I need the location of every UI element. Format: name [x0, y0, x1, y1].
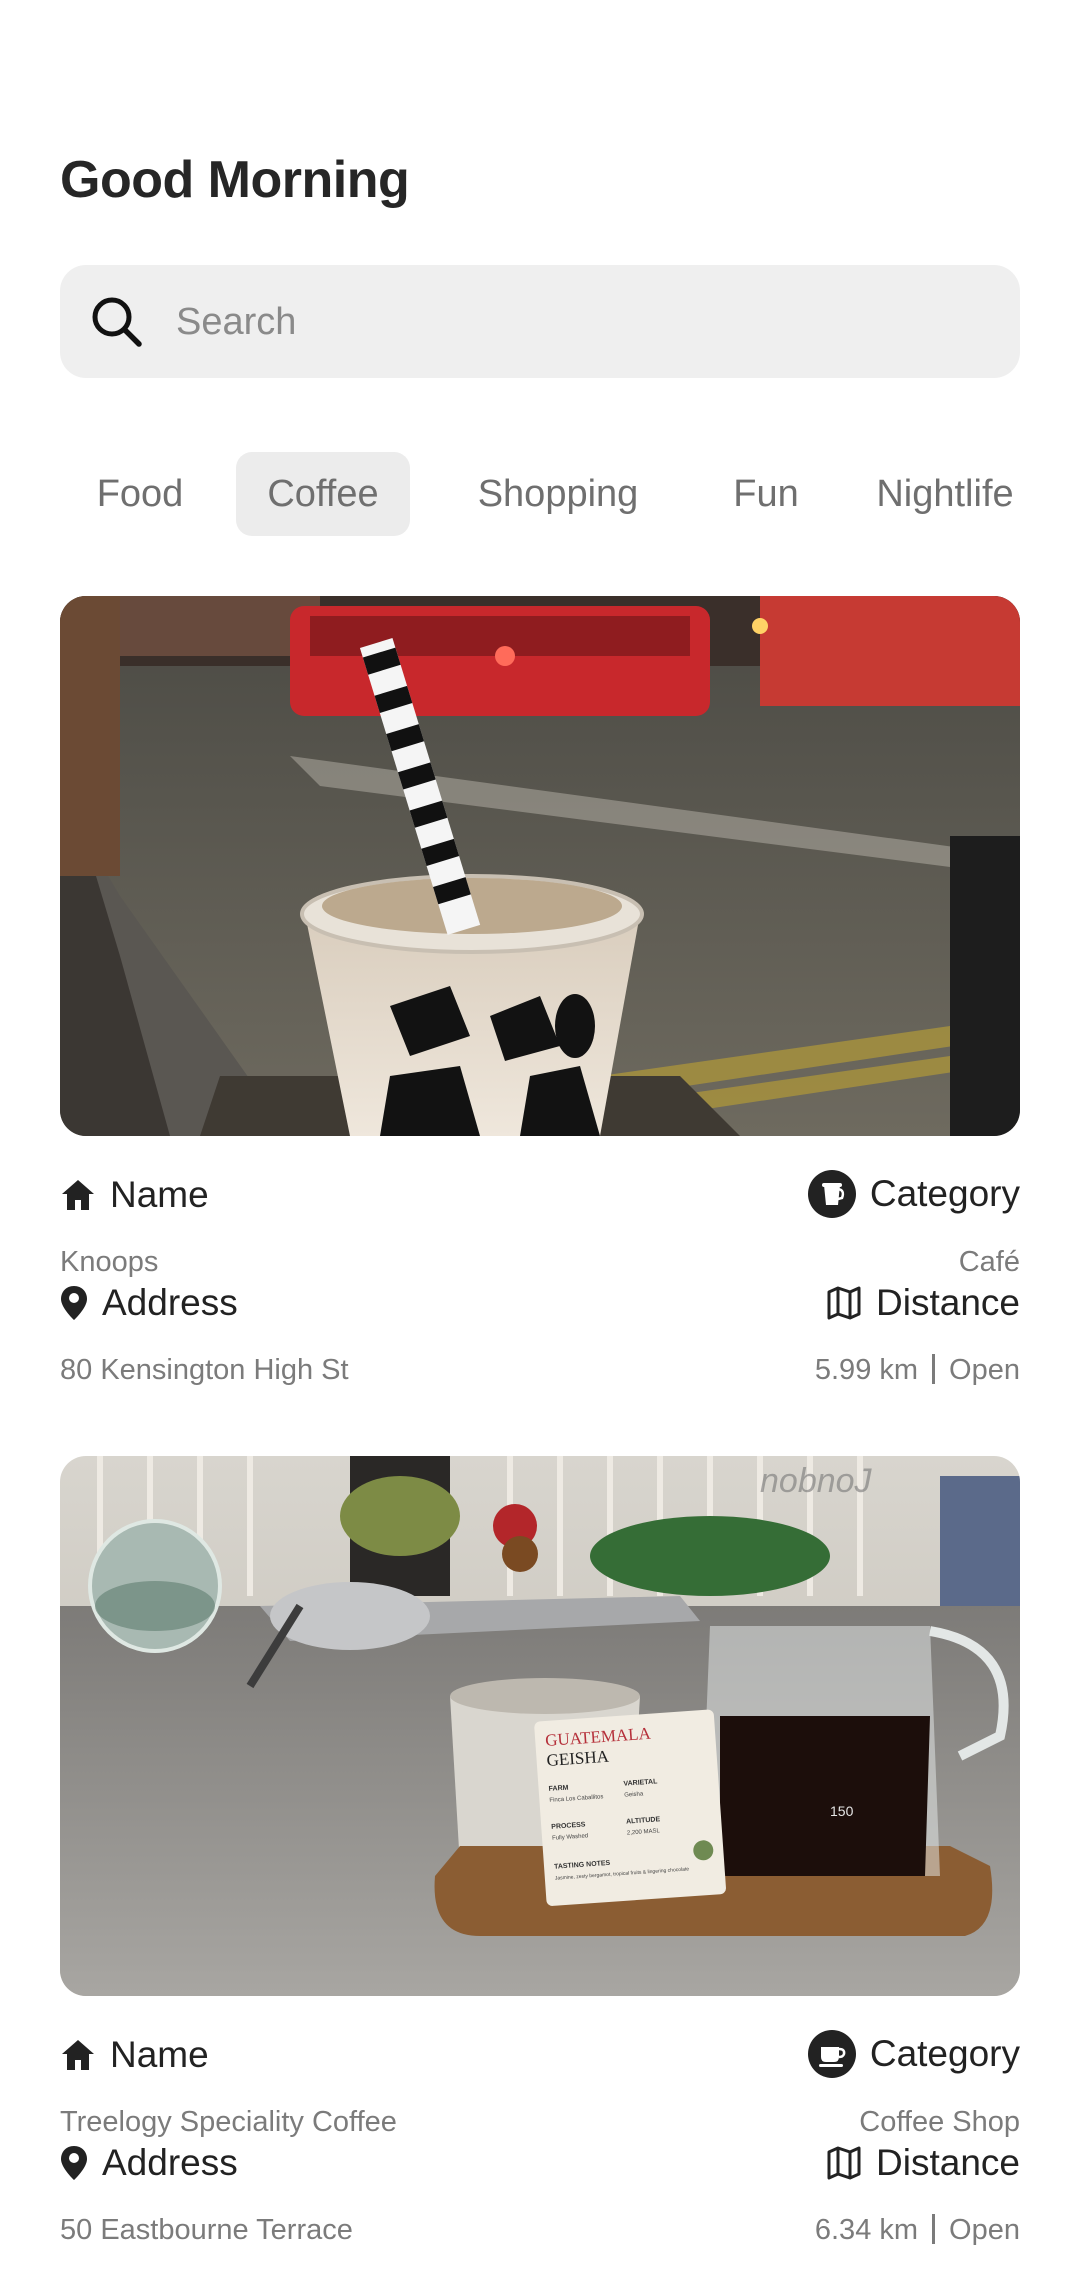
- search-input[interactable]: [174, 265, 998, 380]
- cafe-icon: [807, 1170, 856, 1218]
- place-distance: 6.34 km: [814, 2214, 919, 2246]
- search-icon: [92, 297, 142, 347]
- coffee-cup-icon: [807, 2030, 856, 2078]
- distance-field-label: Distance: [826, 1282, 1020, 1324]
- map-icon: [827, 1286, 861, 1320]
- distance-status: 6.34 km Open: [815, 2214, 1020, 2247]
- greeting-title: Good Morning: [60, 151, 410, 209]
- home-icon: [62, 2040, 94, 2070]
- location-pin-icon: [61, 1286, 87, 1320]
- name-field-label: Name: [60, 1174, 209, 1216]
- home-icon: [62, 1180, 94, 1210]
- divider: [932, 1354, 936, 1385]
- tab-shopping[interactable]: Shopping: [440, 452, 676, 536]
- place-card[interactable]: Name Knoops Category Café Address 80 Ken…: [60, 596, 1020, 1386]
- place-photo[interactable]: [60, 596, 1020, 1136]
- distance-field-label: Distance: [826, 2142, 1020, 2184]
- distance-status: 5.99 km Open: [815, 1354, 1020, 1387]
- map-icon: [827, 2146, 861, 2180]
- place-address: 50 Eastbourne Terrace: [60, 2214, 353, 2246]
- location-pin-icon: [61, 2146, 87, 2180]
- tab-coffee[interactable]: Coffee: [236, 452, 410, 536]
- divider: [932, 2214, 936, 2245]
- svg-text:FARM: FARM: [548, 1785, 568, 1793]
- svg-text:nobnoJ: nobnoJ: [760, 1462, 873, 1500]
- name-field-label: Name: [60, 2034, 209, 2076]
- search-bar[interactable]: [60, 265, 1020, 380]
- place-category: Café: [958, 1246, 1020, 1278]
- tab-food[interactable]: Food: [60, 452, 220, 536]
- category-tabs: Food Coffee Shopping Fun Nightlife: [60, 452, 1020, 536]
- address-field-label: Address: [60, 1282, 238, 1324]
- address-field-label: Address: [60, 2142, 238, 2184]
- place-distance: 5.99 km: [814, 1354, 919, 1386]
- iced-coffee-photo: [60, 596, 1020, 1136]
- open-status: Open: [949, 2214, 1020, 2246]
- place-name: Knoops: [60, 1246, 159, 1278]
- tab-nightlife[interactable]: Nightlife: [850, 452, 1040, 536]
- place-address: 80 Kensington High St: [60, 1354, 349, 1386]
- category-field-label: Category: [807, 1170, 1020, 1218]
- place-name: Treelogy Speciality Coffee: [60, 2106, 397, 2138]
- place-card[interactable]: nobnoJ 150 GUATEMALA GEISHA FARM Finca L…: [60, 1456, 1020, 2246]
- place-photo[interactable]: nobnoJ 150 GUATEMALA GEISHA FARM Finca L…: [60, 1456, 1020, 1996]
- category-field-label: Category: [807, 2030, 1020, 2078]
- open-status: Open: [949, 1354, 1020, 1386]
- tab-fun[interactable]: Fun: [700, 452, 832, 536]
- place-category: Coffee Shop: [859, 2106, 1020, 2138]
- pour-over-coffee-photo: nobnoJ 150 GUATEMALA GEISHA FARM Finca L…: [60, 1456, 1020, 1996]
- svg-text:150: 150: [830, 1803, 854, 1819]
